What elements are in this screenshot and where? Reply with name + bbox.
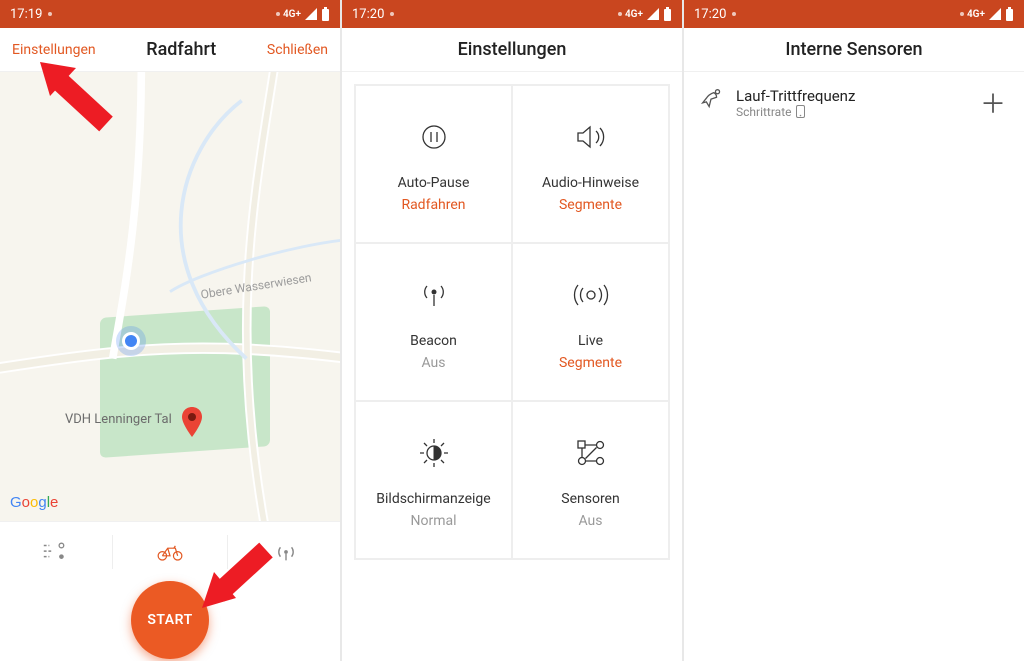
start-area: START: [0, 581, 340, 661]
status-dot-icon: [960, 12, 964, 16]
sensors-icon: [575, 431, 607, 475]
setting-label: Audio-Hinweise: [542, 175, 639, 191]
bottom-tabs: [0, 521, 340, 581]
signal-icon: [304, 8, 318, 20]
battery-icon: [1005, 7, 1014, 21]
map-view[interactable]: Obere Wasserwiesen VDH Lenninger Tal Goo…: [0, 72, 340, 521]
google-attribution: Google: [10, 494, 58, 511]
screen-settings: 17:20 4G+ Einstellungen Auto-Pause Radfa…: [342, 0, 682, 661]
setting-live[interactable]: Live Segmente: [512, 243, 669, 401]
route-icon: [41, 541, 67, 563]
brightness-icon: [417, 431, 451, 475]
screen-record: 17:19 4G+ Einstellungen Radfahrt Schließ…: [0, 0, 340, 661]
setting-label: Live: [578, 333, 603, 349]
pause-icon: [418, 115, 450, 159]
settings-link[interactable]: Einstellungen: [12, 42, 96, 58]
map-roads: [0, 72, 340, 521]
status-bar: 17:20 4G+: [684, 0, 1024, 28]
setting-value: Aus: [578, 513, 602, 529]
current-location-icon: [122, 332, 140, 350]
map-pin-icon[interactable]: [180, 407, 204, 441]
status-network: 4G+: [283, 9, 301, 20]
setting-label: Auto-Pause: [398, 175, 470, 191]
tab-route[interactable]: [3, 541, 105, 563]
divider: [112, 535, 113, 569]
status-time: 17:20: [352, 7, 384, 22]
setting-audio-hints[interactable]: Audio-Hinweise Segmente: [512, 85, 669, 243]
status-bar: 17:20 4G+: [342, 0, 682, 28]
status-network: 4G+: [625, 9, 643, 20]
battery-icon: [321, 7, 330, 21]
setting-sensors[interactable]: Sensoren Aus: [512, 401, 669, 559]
setting-label: Beacon: [410, 333, 457, 349]
header-bar: Einstellungen: [342, 28, 682, 72]
speaker-icon: [574, 115, 608, 159]
add-sensor-button[interactable]: ＋: [980, 84, 1006, 121]
header-bar: Interne Sensoren: [684, 28, 1024, 72]
status-time: 17:20: [694, 7, 726, 22]
live-icon: [571, 273, 611, 317]
close-link[interactable]: Schließen: [267, 42, 328, 58]
settings-grid: Auto-Pause Radfahren Audio-Hinweise Segm…: [354, 84, 670, 560]
setting-value: Aus: [421, 355, 445, 371]
setting-value: Segmente: [559, 355, 622, 371]
screen-internal-sensors: 17:20 4G+ Interne Sensoren Lauf-Trittfre…: [684, 0, 1024, 661]
bike-icon: [157, 541, 183, 563]
sensor-title: Lauf-Trittfrequenz: [736, 87, 968, 105]
status-network: 4G+: [967, 9, 985, 20]
map-poi-label: VDH Lenninger Tal: [65, 412, 172, 427]
setting-label: Sensoren: [561, 491, 619, 507]
beacon-icon: [417, 273, 451, 317]
status-dot-icon: [48, 12, 52, 16]
setting-value: Normal: [410, 513, 456, 529]
annotation-arrow-icon: [196, 542, 280, 614]
setting-value: Radfahren: [401, 197, 465, 213]
page-title: Radfahrt: [146, 39, 216, 60]
status-time: 17:19: [10, 7, 42, 22]
status-dot-icon: [390, 12, 394, 16]
setting-beacon[interactable]: Beacon Aus: [355, 243, 512, 401]
page-title: Einstellungen: [458, 39, 567, 60]
sensor-item-cadence[interactable]: Lauf-Trittfrequenz Schrittrate ＋: [684, 72, 1024, 133]
setting-value: Segmente: [559, 197, 622, 213]
status-dot-icon: [618, 12, 622, 16]
setting-auto-pause[interactable]: Auto-Pause Radfahren: [355, 85, 512, 243]
annotation-arrow-icon: [36, 58, 126, 134]
phone-icon: [796, 105, 805, 118]
sensor-subtitle: Schrittrate: [736, 105, 968, 119]
battery-icon: [663, 7, 672, 21]
setting-display[interactable]: Bildschirmanzeige Normal: [355, 401, 512, 559]
status-bar: 17:19 4G+: [0, 0, 340, 28]
status-dot-icon: [732, 12, 736, 16]
setting-label: Bildschirmanzeige: [376, 491, 490, 507]
signal-icon: [646, 8, 660, 20]
start-button-label: START: [147, 612, 192, 628]
status-dot-icon: [276, 12, 280, 16]
cadence-icon: [698, 88, 724, 118]
sensor-subtitle-text: Schrittrate: [736, 105, 792, 119]
sensor-text: Lauf-Trittfrequenz Schrittrate: [736, 87, 968, 119]
signal-icon: [988, 8, 1002, 20]
page-title: Interne Sensoren: [785, 39, 922, 60]
